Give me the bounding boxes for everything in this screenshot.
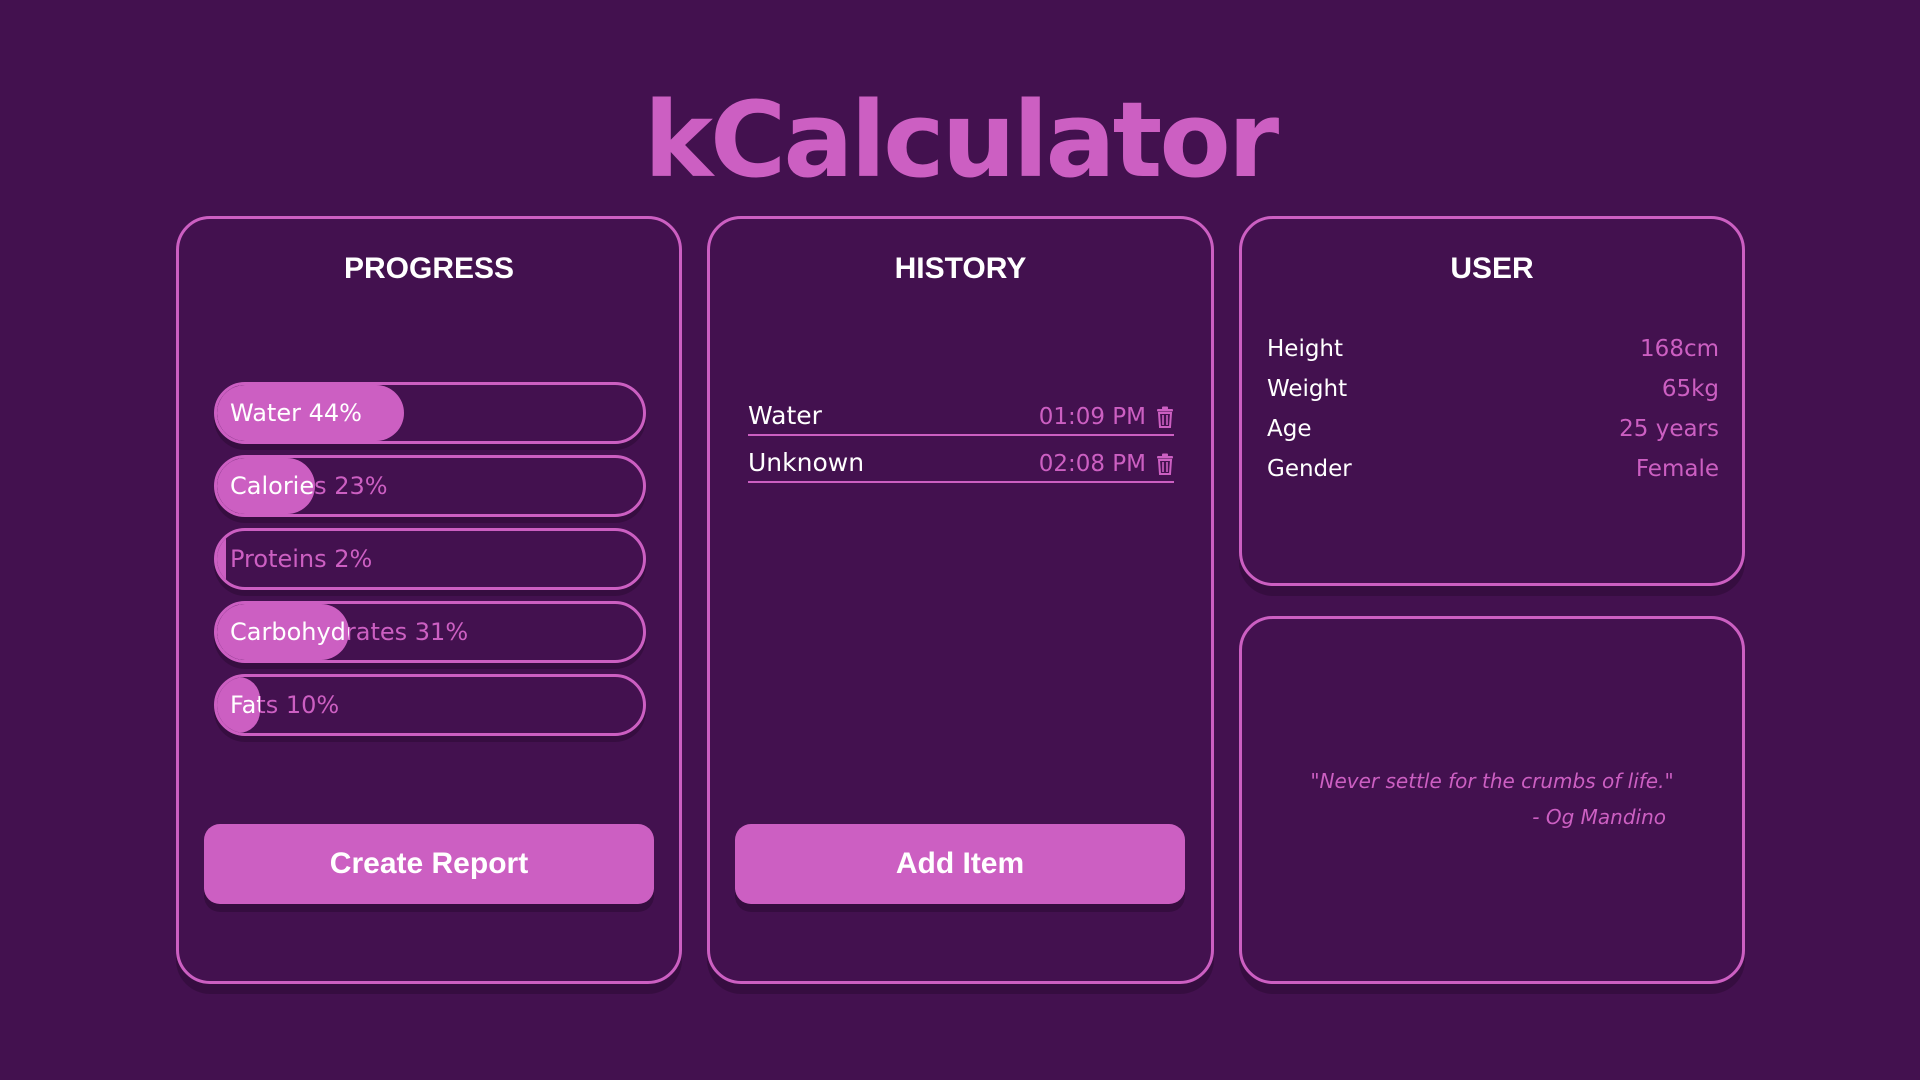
progress-bar-calories: Calories 23% Calories 23% [214, 455, 646, 517]
user-field-weight: Weight 65kg [1267, 369, 1719, 409]
history-title: HISTORY [894, 252, 1027, 285]
app-title: kCalculator [643, 79, 1279, 201]
progress-bar-fill: Water 44% [217, 385, 405, 441]
quote-author: - Og Mandino [1532, 805, 1666, 829]
history-item-name: Unknown [748, 448, 865, 477]
user-field-value: 168cm [1640, 336, 1719, 362]
history-item-meta: 02:08 PM [1039, 451, 1174, 477]
progress-bar-proteins: Proteins 2% Proteins 2% [214, 528, 646, 590]
user-field-gender: Gender Female [1267, 449, 1719, 489]
user-field-age: Age 25 years [1267, 409, 1719, 449]
progress-title: PROGRESS [343, 252, 515, 285]
progress-bar-fill: Proteins 2% [217, 531, 226, 587]
create-report-button[interactable]: Create Report [204, 824, 654, 904]
user-field-value: 25 years [1619, 416, 1719, 442]
user-title: USER [1450, 252, 1534, 285]
progress-card: PROGRESS Water 44% Water 44% Calories 23… [176, 216, 682, 984]
progress-bar-label-overlay: Carbohydrates 31% [230, 618, 349, 646]
history-item-meta: 01:09 PM [1039, 404, 1174, 430]
quote-text: "Never settle for the crumbs of life." [1310, 769, 1674, 793]
user-card: USER Height 168cm Weight 65kg Age 25 yea… [1239, 216, 1745, 586]
progress-bar-label-overlay: Water 44% [230, 399, 362, 427]
add-item-button[interactable]: Add Item [735, 824, 1185, 904]
progress-bar-fill: Calories 23% [217, 458, 315, 514]
history-card: HISTORY Water 01:09 PM Unknown 02:08 PM [707, 216, 1214, 984]
history-item: Unknown 02:08 PM [748, 436, 1174, 483]
progress-bar-fill: Fats 10% [217, 677, 260, 733]
progress-bar-water: Water 44% Water 44% [214, 382, 646, 444]
history-item-time: 02:08 PM [1038, 451, 1146, 477]
user-field-label: Height [1267, 336, 1344, 362]
user-field-height: Height 168cm [1267, 329, 1719, 369]
user-info-list: Height 168cm Weight 65kg Age 25 years Ge… [1267, 329, 1719, 489]
trash-icon[interactable] [1156, 406, 1174, 428]
user-field-value: 65kg [1661, 376, 1719, 402]
quote-card: "Never settle for the crumbs of life." -… [1239, 616, 1745, 984]
progress-bar-fats: Fats 10% Fats 10% [214, 674, 646, 736]
progress-bar-fill: Carbohydrates 31% [217, 604, 350, 660]
progress-bar-carbohydrates: Carbohydrates 31% Carbohydrates 31% [214, 601, 646, 663]
history-item-time: 01:09 PM [1038, 404, 1146, 430]
user-field-label: Weight [1267, 376, 1348, 402]
progress-bar-label-overlay: Fats 10% [230, 691, 260, 719]
history-list: Water 01:09 PM Unknown 02:08 PM [748, 389, 1174, 483]
progress-bar-label-overlay: Calories 23% [230, 472, 315, 500]
user-field-value: Female [1635, 456, 1719, 482]
trash-icon[interactable] [1156, 453, 1174, 475]
history-item: Water 01:09 PM [748, 389, 1174, 436]
user-field-label: Gender [1267, 456, 1352, 482]
user-field-label: Age [1267, 416, 1312, 442]
progress-bar-label: Proteins 2% [230, 545, 373, 573]
history-item-name: Water [748, 401, 822, 430]
